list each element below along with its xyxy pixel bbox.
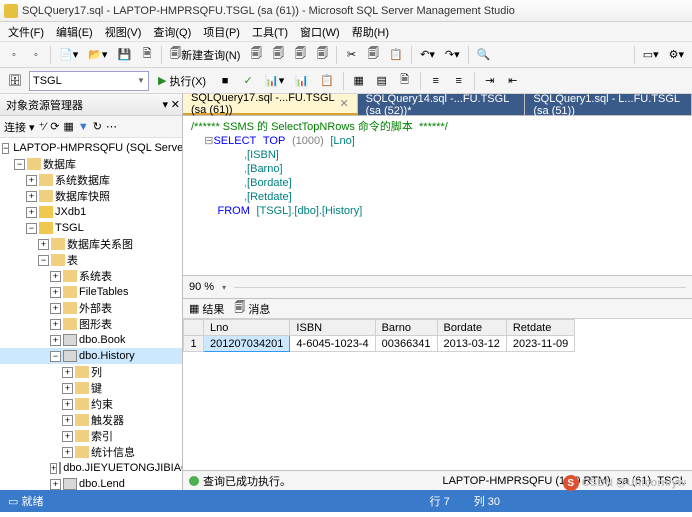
- debug-button[interactable]: ■: [215, 71, 235, 91]
- expand-icon[interactable]: −: [2, 143, 9, 154]
- parse-button[interactable]: ✓: [238, 71, 258, 91]
- menu-bar: 文件(F) 编辑(E) 视图(V) 查询(Q) 项目(P) 工具(T) 窗口(W…: [0, 22, 692, 42]
- zoom-level[interactable]: 90 %: [189, 281, 214, 293]
- new-item-button[interactable]: 📄▾: [55, 45, 82, 65]
- db-icon[interactable]: 🗄: [4, 71, 26, 91]
- comment-button[interactable]: ≡: [426, 71, 446, 91]
- redo-button[interactable]: ↷▾: [441, 45, 464, 65]
- st5[interactable]: ⋯: [106, 120, 117, 133]
- window-title: SQLQuery17.sql - LAPTOP-HMPRSQFU.TSGL (s…: [22, 5, 515, 17]
- p3-button[interactable]: 📋: [316, 71, 338, 91]
- sidebar-toolbar: 连接 ▾ ⁺⁄ ⟳ ▦ ▼ ↻ ⋯: [0, 116, 182, 138]
- menu-help[interactable]: 帮助(H): [346, 22, 395, 42]
- status-message: 查询已成功执行。: [203, 473, 291, 489]
- toolbar-1: ◦ ◦ 📄▾ 📂▾ 💾 🗎 🗐 新建查询(N) 🗐 🗐 🗐 🗐 ✂ 🗐 📋 ↶▾…: [0, 42, 692, 68]
- tab-messages[interactable]: 🗐 消息: [234, 299, 270, 318]
- menu-file[interactable]: 文件(F): [2, 22, 50, 42]
- table-row[interactable]: 12012070342014-6045-1023-4003663412013-0…: [184, 336, 575, 352]
- p2-button[interactable]: 📊: [291, 71, 313, 91]
- status-ready: 就绪: [21, 496, 43, 508]
- q2-button[interactable]: 🗐: [268, 45, 288, 65]
- document-tabs: SQLQuery17.sql -...FU.TSGL (sa (61))✕ SQ…: [183, 94, 692, 116]
- editor-area: SQLQuery17.sql -...FU.TSGL (sa (61))✕ SQ…: [183, 94, 692, 490]
- chevron-down-icon: ▼: [137, 76, 145, 85]
- uncomment-button[interactable]: ≡: [449, 71, 469, 91]
- database-selected: TSGL: [33, 75, 62, 87]
- sql-editor[interactable]: /****** SSMS 的 SelectTopNRows 命令的脚本 ****…: [183, 116, 692, 275]
- watermark: SCSDN @Unicorn/yw: [563, 475, 686, 491]
- app-icon: [4, 4, 18, 18]
- paste-button[interactable]: 📋: [385, 45, 407, 65]
- tab-query1[interactable]: SQLQuery1.sql - L...FU.TSGL (sa (51)): [525, 94, 692, 115]
- new-query-button[interactable]: 🗐 新建查询(N): [166, 45, 244, 65]
- copy-button[interactable]: 🗐: [363, 45, 383, 65]
- filter-icon[interactable]: ▼: [78, 121, 89, 133]
- cut-button[interactable]: ✂: [341, 45, 361, 65]
- status-bar: ▭ 就绪 行 7 列 30: [0, 490, 692, 512]
- save-button[interactable]: 💾: [113, 45, 135, 65]
- q3-button[interactable]: 🗐: [290, 45, 310, 65]
- q1-button[interactable]: 🗐: [246, 45, 266, 65]
- sidebar-title: 对象资源管理器: [6, 97, 83, 113]
- close-icon[interactable]: ✕: [171, 98, 180, 111]
- st4[interactable]: ↻: [93, 120, 102, 133]
- menu-tools[interactable]: 工具(T): [246, 22, 294, 42]
- menu-window[interactable]: 窗口(W): [294, 22, 346, 42]
- tab-close-icon[interactable]: ✕: [339, 97, 348, 110]
- pin-icon[interactable]: ▾: [162, 98, 168, 111]
- execute-button[interactable]: ▶ 执行(X): [152, 71, 212, 91]
- results-header: ▦ 结果 🗐 消息: [183, 299, 692, 319]
- toolbar-2: 🗄 TSGL ▼ ▶ 执行(X) ■ ✓ 📊▾ 📊 📋 ▦ ▤ 🗎 ≡ ≡ ⇥ …: [0, 68, 692, 94]
- menu-edit[interactable]: 编辑(E): [50, 22, 99, 42]
- play-icon: ▶: [158, 74, 166, 87]
- outdent-button[interactable]: ⇤: [503, 71, 523, 91]
- tab-query14[interactable]: SQLQuery14.sql -...FU.TSGL (sa (52))*: [358, 94, 526, 115]
- tab-results[interactable]: ▦ 结果: [189, 301, 224, 317]
- database-selector[interactable]: TSGL ▼: [29, 71, 149, 91]
- menu-project[interactable]: 项目(P): [197, 22, 246, 42]
- nav-fwd-button[interactable]: ◦: [26, 45, 46, 65]
- tab-query17[interactable]: SQLQuery17.sql -...FU.TSGL (sa (61))✕: [183, 94, 358, 115]
- st3[interactable]: ▦: [63, 120, 73, 133]
- tree-node-history[interactable]: −dbo.History: [0, 348, 182, 364]
- menu-view[interactable]: 视图(V): [99, 22, 148, 42]
- connect-dropdown[interactable]: 连接 ▾: [4, 119, 35, 135]
- find-button[interactable]: 🔍: [473, 45, 495, 65]
- object-tree[interactable]: −LAPTOP-HMPRSQFU (SQL Server −数据库 +系统数据库…: [0, 138, 182, 490]
- status-line: 行 7: [430, 493, 450, 509]
- option-button[interactable]: ⚙▾: [665, 45, 688, 65]
- st2[interactable]: ⟳: [50, 120, 59, 133]
- menu-query[interactable]: 查询(Q): [147, 22, 197, 42]
- st1[interactable]: ⁺⁄: [39, 120, 47, 133]
- indent-button[interactable]: ⇥: [480, 71, 500, 91]
- undo-button[interactable]: ↶▾: [416, 45, 439, 65]
- nav-back-button[interactable]: ◦: [4, 45, 24, 65]
- sidebar-header: 对象资源管理器 ▾ ✕: [0, 94, 182, 116]
- r1-button[interactable]: ▦: [349, 71, 369, 91]
- q4-button[interactable]: 🗐: [312, 45, 332, 65]
- open-button[interactable]: 📂▾: [84, 45, 111, 65]
- plan-button[interactable]: 📊▾: [261, 71, 288, 91]
- status-col: 列 30: [474, 493, 500, 509]
- object-explorer: 对象资源管理器 ▾ ✕ 连接 ▾ ⁺⁄ ⟳ ▦ ▼ ↻ ⋯ −LAPTOP-HM…: [0, 94, 183, 490]
- r3-button[interactable]: 🗎: [395, 71, 415, 91]
- saveall-button[interactable]: 🗎: [137, 45, 157, 65]
- r2-button[interactable]: ▤: [372, 71, 392, 91]
- success-icon: [189, 476, 199, 486]
- main-area: 对象资源管理器 ▾ ✕ 连接 ▾ ⁺⁄ ⟳ ▦ ▼ ↻ ⋯ −LAPTOP-HM…: [0, 94, 692, 490]
- layout-button[interactable]: ▭▾: [639, 45, 663, 65]
- title-bar: SQLQuery17.sql - LAPTOP-HMPRSQFU.TSGL (s…: [0, 0, 692, 22]
- splitter-bar[interactable]: 90 %▾: [183, 275, 692, 299]
- results-grid[interactable]: LnoISBNBarnoBordateRetdate 1201207034201…: [183, 319, 692, 470]
